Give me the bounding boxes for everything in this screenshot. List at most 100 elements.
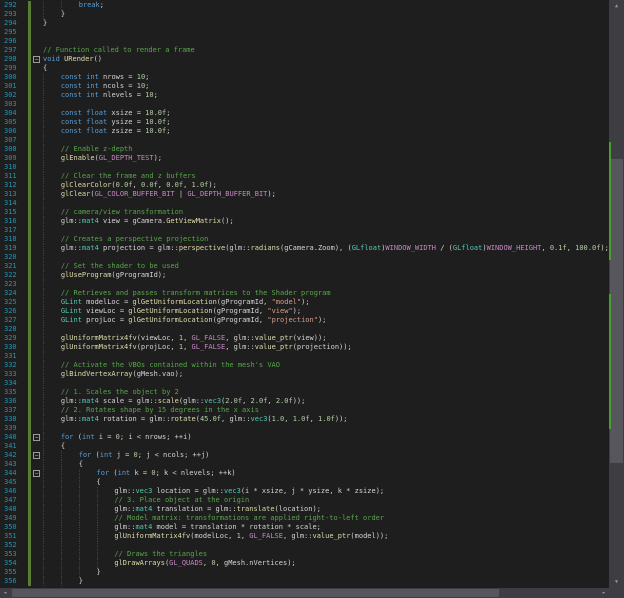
- line-number[interactable]: 294: [0, 19, 26, 28]
- code-line[interactable]: 346 glm::vec3 location = glm::vec3(i * xs…: [0, 487, 609, 496]
- code-line[interactable]: 292 break;: [0, 1, 609, 10]
- code-line[interactable]: 344− for (int k = 0; k < nlevels; ++k): [0, 469, 609, 478]
- code-line[interactable]: 311 // Clear the frame and z buffers: [0, 172, 609, 181]
- code-line[interactable]: 299 {: [0, 64, 609, 73]
- line-number[interactable]: 341: [0, 442, 26, 451]
- horizontal-scroll-thumb[interactable]: [12, 589, 500, 597]
- line-number[interactable]: 343: [0, 460, 26, 469]
- line-number[interactable]: 324: [0, 289, 26, 298]
- code-line[interactable]: 338 glm::mat4 rotation = glm::rotate(45.0…: [0, 415, 609, 424]
- code-line[interactable]: 325 GLint modelLoc = glGetUniformLocation…: [0, 298, 609, 307]
- line-number[interactable]: 300: [0, 73, 26, 82]
- code-line[interactable]: 318 // Creates a perspective projection: [0, 235, 609, 244]
- code-line[interactable]: 341 {: [0, 442, 609, 451]
- line-number[interactable]: 327: [0, 316, 26, 325]
- line-number[interactable]: 352: [0, 541, 26, 550]
- code-line[interactable]: 326 GLint viewLoc = glGetUniformLocation(…: [0, 307, 609, 316]
- line-number[interactable]: 331: [0, 352, 26, 361]
- line-number[interactable]: 296: [0, 37, 26, 46]
- code-line[interactable]: 302 const int nlevels = 10;: [0, 91, 609, 100]
- code-line[interactable]: 333 glBindVertexArray(gMesh.vao);: [0, 370, 609, 379]
- code-line[interactable]: 295: [0, 28, 609, 37]
- line-number[interactable]: 347: [0, 496, 26, 505]
- code-line[interactable]: 331: [0, 352, 609, 361]
- line-number[interactable]: 309: [0, 154, 26, 163]
- fold-collapse-icon[interactable]: −: [33, 434, 40, 441]
- line-number[interactable]: 295: [0, 28, 26, 37]
- scroll-up-icon[interactable]: ▲: [609, 0, 624, 12]
- code-line[interactable]: 329 glUniformMatrix4fv(viewLoc, 1, GL_FAL…: [0, 334, 609, 343]
- code-line[interactable]: 316 glm::mat4 view = gCamera.GetViewMatri…: [0, 217, 609, 226]
- line-number[interactable]: 329: [0, 334, 26, 343]
- code-line[interactable]: 317: [0, 226, 609, 235]
- line-number[interactable]: 338: [0, 415, 26, 424]
- code-line[interactable]: 332 // Activate the VBOs contained within…: [0, 361, 609, 370]
- code-line[interactable]: 334: [0, 379, 609, 388]
- line-number[interactable]: 313: [0, 190, 26, 199]
- code-line[interactable]: 342− for (int j = 0; j < ncols; ++j): [0, 451, 609, 460]
- vertical-scroll-thumb[interactable]: [610, 158, 623, 464]
- code-line[interactable]: 324 // Retrieves and passes transform mat…: [0, 289, 609, 298]
- line-number[interactable]: 354: [0, 559, 26, 568]
- code-line[interactable]: 315 // camera/view transformation: [0, 208, 609, 217]
- line-number[interactable]: 336: [0, 397, 26, 406]
- line-number[interactable]: 303: [0, 100, 26, 109]
- line-number[interactable]: 312: [0, 181, 26, 190]
- line-number[interactable]: 337: [0, 406, 26, 415]
- code-line[interactable]: 336 glm::mat4 scale = glm::scale(glm::vec…: [0, 397, 609, 406]
- code-line[interactable]: 297 // Function called to render a frame: [0, 46, 609, 55]
- line-number[interactable]: 307: [0, 136, 26, 145]
- line-number[interactable]: 332: [0, 361, 26, 370]
- line-number[interactable]: 335: [0, 388, 26, 397]
- code-line[interactable]: 310: [0, 163, 609, 172]
- code-line[interactable]: 343 {: [0, 460, 609, 469]
- code-line[interactable]: 322 glUseProgram(gProgramId);: [0, 271, 609, 280]
- code-line[interactable]: 327 GLint projLoc = glGetUniformLocation(…: [0, 316, 609, 325]
- scroll-down-icon[interactable]: ▼: [609, 576, 624, 588]
- fold-collapse-icon[interactable]: −: [33, 470, 40, 477]
- line-number[interactable]: 308: [0, 145, 26, 154]
- code-line[interactable]: 340− for (int i = 0; i < nrows; ++i): [0, 433, 609, 442]
- code-line[interactable]: 303: [0, 100, 609, 109]
- scroll-right-icon[interactable]: ►: [599, 588, 609, 598]
- code-line[interactable]: 337 // 2. Rotates shape by 15 degrees in …: [0, 406, 609, 415]
- horizontal-scrollbar[interactable]: ◄ ►: [0, 588, 609, 598]
- line-number[interactable]: 344: [0, 469, 26, 478]
- line-number[interactable]: 305: [0, 118, 26, 127]
- code-line[interactable]: 321 // Set the shader to be used: [0, 262, 609, 271]
- code-line[interactable]: 353 // Draws the triangles: [0, 550, 609, 559]
- line-number[interactable]: 301: [0, 82, 26, 91]
- line-number[interactable]: 297: [0, 46, 26, 55]
- line-number[interactable]: 349: [0, 514, 26, 523]
- code-line[interactable]: 351 glUniformMatrix4fv(modelLoc, 1, GL_FA…: [0, 532, 609, 541]
- line-number[interactable]: 326: [0, 307, 26, 316]
- line-number[interactable]: 339: [0, 424, 26, 433]
- code-line[interactable]: 355}: [0, 568, 609, 577]
- line-number[interactable]: 306: [0, 127, 26, 136]
- line-number[interactable]: 310: [0, 163, 26, 172]
- code-line[interactable]: 294}: [0, 19, 609, 28]
- code-line[interactable]: 320: [0, 253, 609, 262]
- code-line[interactable]: 328: [0, 325, 609, 334]
- line-number[interactable]: 319: [0, 244, 26, 253]
- code-line[interactable]: 345 {: [0, 478, 609, 487]
- line-number[interactable]: 315: [0, 208, 26, 217]
- line-number[interactable]: 304: [0, 109, 26, 118]
- code-line[interactable]: 305 const float ysize = 10.0f;: [0, 118, 609, 127]
- code-line[interactable]: 308 // Enable z-depth: [0, 145, 609, 154]
- vertical-scrollbar-track[interactable]: [609, 12, 624, 576]
- code-line[interactable]: 356}: [0, 577, 609, 586]
- line-number[interactable]: 346: [0, 487, 26, 496]
- code-line[interactable]: 339: [0, 424, 609, 433]
- vertical-scrollbar[interactable]: ▲ ▼: [609, 0, 624, 598]
- line-number[interactable]: 321: [0, 262, 26, 271]
- code-line[interactable]: 313 glClear(GL_COLOR_BUFFER_BIT | GL_DEPT…: [0, 190, 609, 199]
- line-number[interactable]: 298: [0, 55, 26, 64]
- line-number[interactable]: 320: [0, 253, 26, 262]
- line-number[interactable]: 345: [0, 478, 26, 487]
- line-number[interactable]: 356: [0, 577, 26, 586]
- code-line[interactable]: 348 glm::mat4 translation = glm::translat…: [0, 505, 609, 514]
- scroll-left-icon[interactable]: ◄: [0, 588, 10, 598]
- line-number[interactable]: 322: [0, 271, 26, 280]
- code-line[interactable]: 347 // 3. Place object at the origin: [0, 496, 609, 505]
